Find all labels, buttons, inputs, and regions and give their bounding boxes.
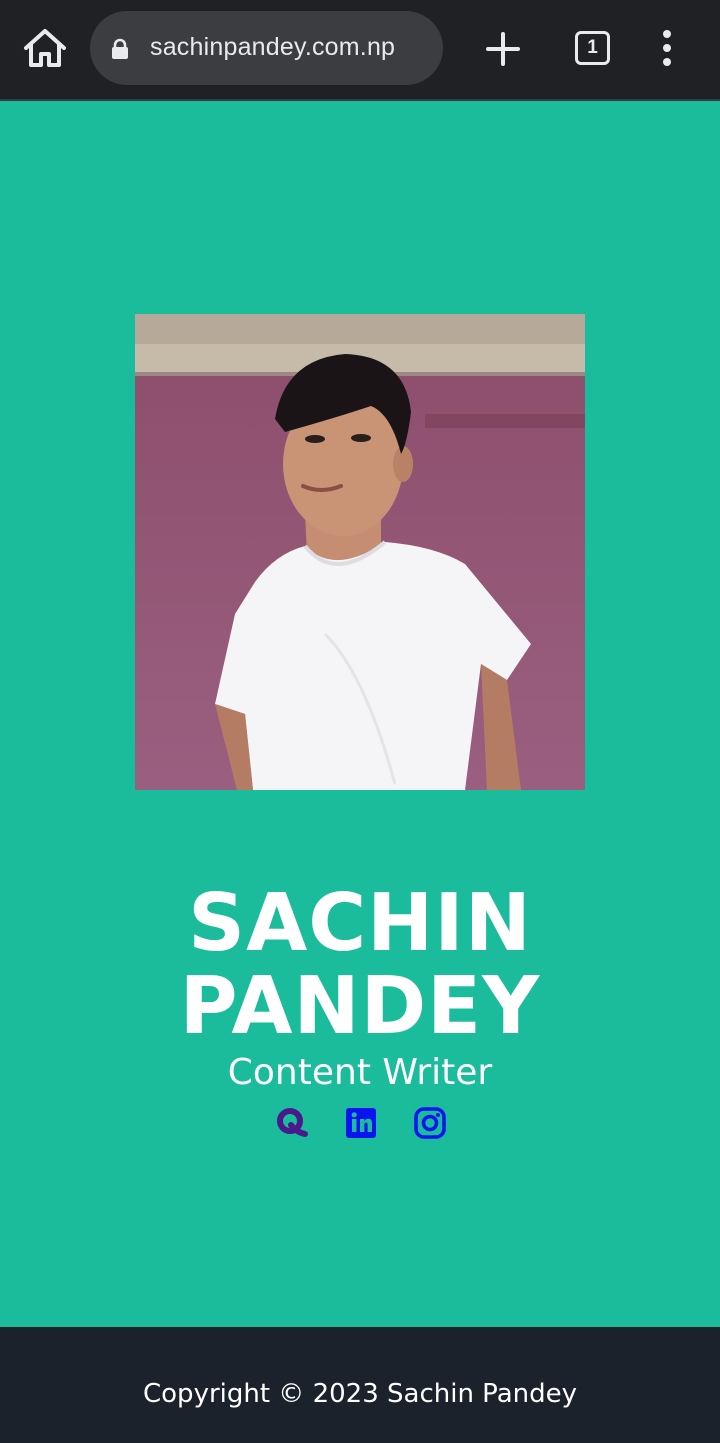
instagram-link[interactable] bbox=[413, 1106, 447, 1140]
lock-icon bbox=[112, 38, 128, 59]
new-tab-button[interactable] bbox=[484, 30, 522, 68]
more-vert-icon bbox=[663, 30, 671, 66]
linkedin-link[interactable] bbox=[344, 1106, 378, 1140]
name-heading-line2: PANDEY bbox=[179, 960, 541, 1052]
more-menu-button[interactable] bbox=[655, 28, 679, 68]
quora-icon bbox=[277, 1108, 308, 1137]
home-icon bbox=[24, 29, 66, 67]
address-bar[interactable]: sachinpandey.com.np bbox=[90, 11, 443, 85]
home-button[interactable] bbox=[22, 27, 68, 69]
plus-icon bbox=[486, 32, 520, 66]
name-heading-line1: SACHIN bbox=[188, 877, 532, 969]
footer: Copyright © 2023 Sachin Pandey bbox=[0, 1327, 720, 1443]
copyright-text: Copyright © 2023 Sachin Pandey bbox=[143, 1379, 577, 1409]
url-text: sachinpandey.com.np bbox=[150, 33, 396, 61]
job-title: Content Writer bbox=[227, 1052, 493, 1093]
profile-photo-image bbox=[135, 314, 585, 790]
browser-toolbar: sachinpandey.com.np 1 bbox=[0, 0, 720, 101]
quora-link[interactable] bbox=[274, 1106, 308, 1140]
tab-count: 1 bbox=[587, 37, 598, 58]
tab-switcher-button[interactable]: 1 bbox=[575, 31, 610, 65]
instagram-icon bbox=[414, 1107, 446, 1139]
linkedin-icon bbox=[346, 1108, 376, 1138]
profile-photo bbox=[135, 314, 585, 790]
